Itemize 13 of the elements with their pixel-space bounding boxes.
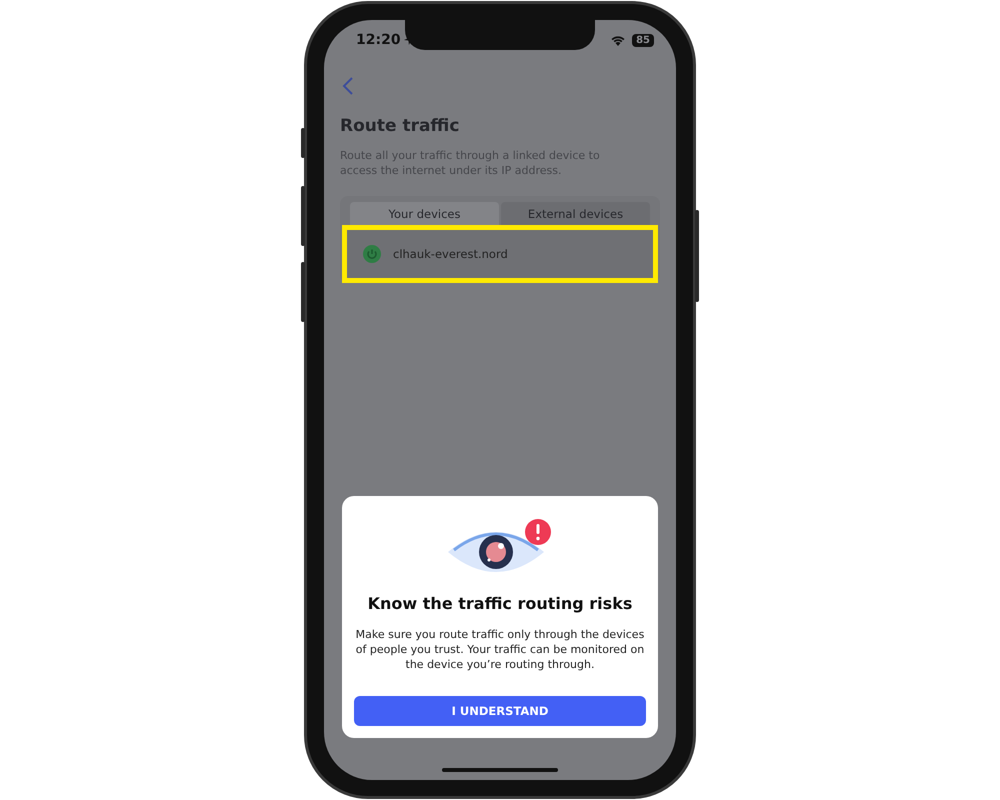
understand-button[interactable]: I UNDERSTAND — [354, 696, 646, 726]
dialog-title: Know the traffic routing risks — [368, 594, 632, 613]
page-title: Route traffic — [340, 116, 460, 136]
power-icon — [363, 245, 381, 263]
device-name: clhauk-everest.nord — [393, 247, 508, 261]
tab[interactable]: Your devices — [350, 202, 499, 225]
back-icon[interactable] — [342, 76, 354, 96]
status-time: 12:20 — [356, 32, 413, 48]
wifi-icon — [610, 34, 626, 46]
device-row[interactable]: clhauk-everest.nord — [342, 225, 658, 283]
tab[interactable]: External devices — [501, 202, 650, 225]
battery-level: 85 — [632, 34, 654, 46]
dialog-message: Make sure you route traffic only through the devices of people you trust. Your traffic can be monitored on the device you’re routing through. — [354, 627, 646, 672]
